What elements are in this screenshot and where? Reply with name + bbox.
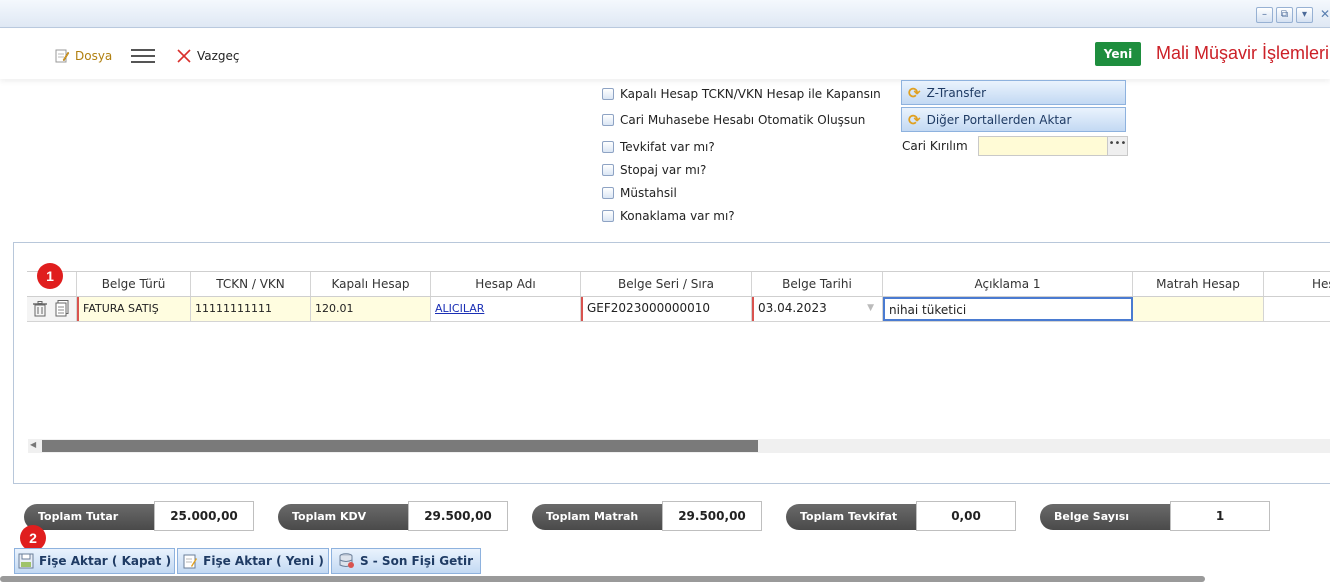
checkbox-kapali-hesap[interactable]: Kapalı Hesap TCKN/VKN Hesap ile Kapansın	[602, 86, 881, 102]
new-doc-icon	[183, 554, 198, 569]
save-doc-icon	[18, 553, 34, 569]
cell-hes[interactable]	[1264, 297, 1330, 321]
refresh-icon: ⟳	[908, 83, 921, 102]
total-label: Toplam Matrah	[532, 504, 662, 530]
diger-portal-label: Diğer Portallerden Aktar	[926, 112, 1072, 127]
total-value: 25.000,00	[154, 501, 254, 531]
checkbox-box[interactable]	[602, 114, 614, 126]
fise-aktar-kapat-button[interactable]: Fişe Aktar ( Kapat )	[14, 548, 175, 574]
cell-belge-tarihi[interactable]: 03.04.2023 ▼	[752, 297, 883, 321]
trash-icon[interactable]	[33, 301, 47, 321]
total-label: Toplam KDV	[278, 504, 408, 530]
scroll-left-icon[interactable]: ◀	[30, 440, 36, 449]
hesap-adi-link[interactable]: ALICILAR	[435, 302, 484, 315]
z-transfer-button[interactable]: ⟳ Z-Transfer	[901, 80, 1126, 105]
total-value: 1	[1170, 501, 1270, 531]
checkbox-box[interactable]	[602, 210, 614, 222]
cell-kapali-hesap[interactable]: 120.01	[311, 297, 431, 321]
checkbox-box[interactable]	[602, 88, 614, 100]
checkbox-label: Tevkifat var mı?	[620, 140, 715, 154]
close-icon[interactable]: ✕	[1320, 7, 1330, 21]
total-label: Toplam Tevkifat	[786, 504, 916, 530]
dosya-button[interactable]: Dosya	[54, 46, 112, 66]
page-horizontal-scrollbar[interactable]	[0, 576, 1205, 582]
total-label: Belge Sayısı	[1040, 504, 1170, 530]
cancel-x-icon	[177, 49, 191, 63]
step-badge-1: 1	[37, 263, 63, 289]
column-header[interactable]: Açıklama 1	[883, 272, 1133, 296]
checkbox-stopaj[interactable]: Stopaj var mı?	[602, 162, 706, 178]
column-header[interactable]: Belge Tarihi	[752, 272, 883, 296]
page-title: Mali Müşavir İşlemleri	[1156, 43, 1330, 63]
son-fisi-getir-label: S - Son Fişi Getir	[359, 554, 474, 568]
z-transfer-label: Z-Transfer	[926, 85, 987, 100]
grid-horizontal-scrollbar[interactable]: ◀	[28, 439, 1330, 453]
column-header[interactable]: Belge Seri / Sıra	[581, 272, 752, 296]
vazgec-label: Vazgeç	[197, 49, 240, 63]
scrollbar-thumb[interactable]	[42, 440, 758, 452]
column-header[interactable]: TCKN / VKN	[191, 272, 311, 296]
window-titlebar: – ⧉ ▾ ✕	[0, 0, 1330, 28]
checkbox-box[interactable]	[602, 164, 614, 176]
checkbox-label: Müstahsil	[620, 186, 677, 200]
checkbox-cari-muhasebe[interactable]: Cari Muhasebe Hesabı Otomatik Oluşsun	[602, 112, 865, 128]
row-actions	[27, 297, 77, 321]
total-label: Toplam Tutar	[24, 504, 154, 530]
edit-document-icon	[55, 49, 70, 63]
total-value: 29.500,00	[408, 501, 508, 531]
checkbox-label: Stopaj var mı?	[620, 163, 707, 177]
checkbox-label: Konaklama var mı?	[620, 209, 735, 223]
cell-tckn-vkn[interactable]: 11111111111	[191, 297, 311, 321]
checkbox-mustahsil[interactable]: Müstahsil	[602, 185, 677, 201]
yeni-button[interactable]: Yeni	[1095, 42, 1141, 66]
popout-icon[interactable]: ⧉	[1276, 7, 1293, 23]
dropdown-arrow-icon[interactable]: ▼	[867, 297, 874, 320]
hamburger-menu-icon[interactable]	[131, 48, 155, 67]
minimize-icon[interactable]: –	[1256, 7, 1273, 23]
checkbox-box[interactable]	[602, 187, 614, 199]
checkbox-konaklama[interactable]: Konaklama var mı?	[602, 208, 735, 224]
cell-belge-seri-sira[interactable]: GEF2023000000010	[581, 297, 752, 321]
checkbox-label: Kapalı Hesap TCKN/VKN Hesap ile Kapansın	[620, 87, 881, 101]
cell-matrah-hesap[interactable]	[1133, 297, 1264, 321]
vazgec-button[interactable]: Vazgeç	[176, 46, 240, 66]
table-row[interactable]: FATURA SATIŞ 11111111111 120.01 ALICILAR…	[27, 297, 1330, 322]
cell-aciklama-1[interactable]: nihai tüketici	[883, 297, 1133, 321]
diger-portallerden-aktar-button[interactable]: ⟳ Diğer Portallerden Aktar	[901, 107, 1126, 132]
column-header[interactable]: Kapalı Hesap	[311, 272, 431, 296]
total-value: 0,00	[916, 501, 1016, 531]
total-value: 29.500,00	[662, 501, 762, 531]
grid-header: Belge Türü TCKN / VKN Kapalı Hesap Hesap…	[27, 271, 1330, 297]
belge-tarihi-value: 03.04.2023	[758, 301, 827, 315]
column-header[interactable]: Belge Türü	[77, 272, 191, 296]
cari-kirilim-input[interactable]: •••	[978, 136, 1128, 156]
column-header[interactable]: Matrah Hesap	[1133, 272, 1264, 296]
checkbox-label: Cari Muhasebe Hesabı Otomatik Oluşsun	[620, 113, 866, 127]
checkbox-box[interactable]	[602, 141, 614, 153]
refresh-icon: ⟳	[908, 110, 921, 129]
ellipsis-icon[interactable]: •••	[1107, 137, 1127, 155]
database-icon	[339, 553, 354, 568]
son-fisi-getir-button[interactable]: S - Son Fişi Getir	[331, 548, 481, 574]
dropdown-icon[interactable]: ▾	[1296, 7, 1313, 23]
fise-aktar-kapat-label: Fişe Aktar ( Kapat )	[38, 554, 172, 568]
column-header[interactable]: Hes	[1264, 272, 1330, 296]
cell-hesap-adi[interactable]: ALICILAR	[431, 297, 581, 321]
fise-aktar-yeni-label: Fişe Aktar ( Yeni )	[203, 554, 324, 568]
copy-document-icon[interactable]	[55, 300, 69, 321]
checkbox-tevkifat[interactable]: Tevkifat var mı?	[602, 139, 715, 155]
column-header[interactable]: Hesap Adı	[431, 272, 581, 296]
cari-kirilim-label: Cari Kırılım	[902, 139, 968, 153]
dosya-label: Dosya	[75, 49, 113, 63]
fise-aktar-yeni-button[interactable]: Fişe Aktar ( Yeni )	[177, 548, 329, 574]
cell-belge-turu[interactable]: FATURA SATIŞ	[77, 297, 191, 321]
